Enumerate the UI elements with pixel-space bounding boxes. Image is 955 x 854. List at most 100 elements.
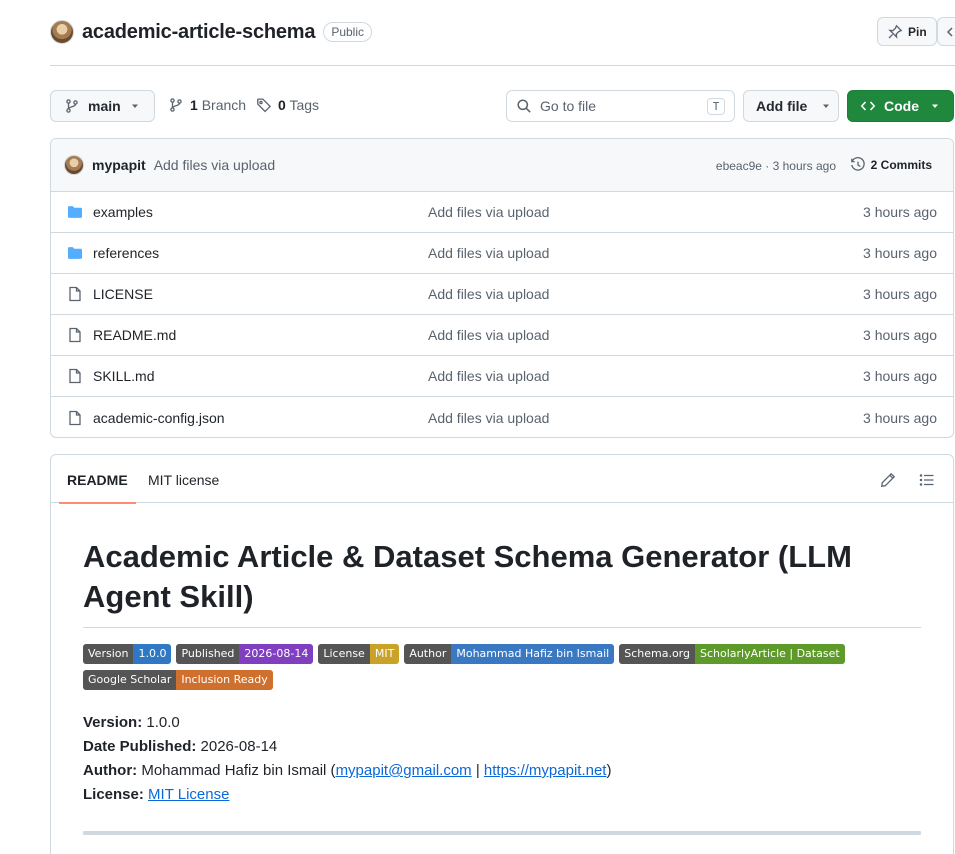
list-outline-icon[interactable] <box>919 472 935 488</box>
file-row-academic-config[interactable]: academic-config.json Add files via uploa… <box>51 397 953 437</box>
commit-message[interactable]: Add files via upload <box>154 157 275 173</box>
badge-label: Google Scholar <box>83 670 177 690</box>
file-icon <box>67 368 83 384</box>
shield-badge[interactable]: Published 2026-08-14 <box>176 644 314 664</box>
tab-mit-license[interactable]: MIT license <box>148 455 219 503</box>
add-file-button[interactable]: Add file <box>743 90 839 122</box>
go-to-file-input[interactable]: Go to file T <box>506 90 735 122</box>
badge-label: Published <box>176 644 240 664</box>
commit-author-avatar[interactable] <box>64 155 84 175</box>
file-row-license[interactable]: LICENSE Add files via upload 3 hours ago <box>51 274 953 315</box>
tag-icon <box>256 97 272 113</box>
code-label: Code <box>884 98 919 114</box>
file-row-readme[interactable]: README.md Add files via upload 3 hours a… <box>51 315 953 356</box>
pin-button[interactable]: Pin <box>877 17 937 46</box>
caret-down-icon <box>930 101 940 111</box>
tab-readme[interactable]: README <box>59 455 136 504</box>
tag-label: Tags <box>289 97 320 113</box>
header-divider <box>50 65 955 66</box>
badge-row: Version 1.0.0 Published 2026-08-14 License MI… <box>83 644 921 690</box>
shield-badge[interactable]: Schema.org ScholarlyArticle | Dataset <box>619 644 845 664</box>
branch-label: Branch <box>201 97 247 113</box>
license-link[interactable]: MIT License <box>148 786 229 803</box>
badge-value: MIT <box>369 644 400 664</box>
readme-panel: README MIT license Academic Article & Da… <box>50 454 954 854</box>
author-email-link[interactable]: mypapit@gmail.com <box>336 762 472 779</box>
file-listing: mypapit Add files via upload ebeac9e · 3… <box>50 138 954 438</box>
file-row-references[interactable]: references Add files via upload 3 hours … <box>51 233 953 274</box>
file-name[interactable]: LICENSE <box>93 286 153 302</box>
tag-count: 0 <box>278 97 286 113</box>
badge-label: Author <box>404 644 452 664</box>
commits-count-label: 2 Commits <box>870 158 932 172</box>
file-commit-message[interactable]: Add files via upload <box>428 410 549 426</box>
file-icon <box>67 327 83 343</box>
commit-hash-time[interactable]: ebeac9e · 3 hours ago <box>716 159 836 173</box>
badge-label: Version <box>83 644 134 664</box>
file-name[interactable]: examples <box>93 204 153 220</box>
readme-tabs: README MIT license <box>51 455 953 504</box>
file-commit-time: 3 hours ago <box>863 368 937 384</box>
license-line: License: MIT License <box>83 786 230 803</box>
file-icon <box>67 410 83 426</box>
horizontal-rule <box>83 831 921 835</box>
file-commit-time: 3 hours ago <box>863 204 937 220</box>
file-icon <box>67 286 83 302</box>
branch-icon <box>64 98 80 114</box>
branch-select[interactable]: main <box>50 90 155 122</box>
chevron-left-icon <box>944 26 955 38</box>
badge-label: License <box>318 644 370 664</box>
more-actions-button[interactable] <box>937 17 955 46</box>
readme-content: Academic Article & Dataset Schema Genera… <box>51 503 953 835</box>
branch-name: main <box>88 98 121 114</box>
version-line: Version: 1.0.0 <box>83 714 180 731</box>
shield-badge[interactable]: License MIT <box>318 644 400 664</box>
code-icon <box>860 98 876 114</box>
shield-badge[interactable]: Google Scholar Inclusion Ready <box>83 670 273 690</box>
repo-header: academic-article-schema Public <box>50 18 372 46</box>
readme-title: Academic Article & Dataset Schema Genera… <box>83 537 921 628</box>
badge-value: Mohammad Hafiz bin Ismail <box>451 644 615 664</box>
author-site-link[interactable]: https://mypapit.net <box>484 762 607 779</box>
file-commit-time: 3 hours ago <box>863 286 937 302</box>
file-name[interactable]: README.md <box>93 327 176 343</box>
file-name[interactable]: SKILL.md <box>93 368 154 384</box>
commits-history-link[interactable]: 2 Commits <box>850 157 932 173</box>
branches-link[interactable]: 1 Branch <box>168 97 246 113</box>
date-value: 2026-08-14 <box>200 738 278 755</box>
badge-label: Schema.org <box>619 644 695 664</box>
branch-count: 1 <box>190 97 198 113</box>
file-row-skill[interactable]: SKILL.md Add files via upload 3 hours ag… <box>51 356 953 397</box>
file-name[interactable]: academic-config.json <box>93 410 225 426</box>
file-commit-message[interactable]: Add files via upload <box>428 327 549 343</box>
file-commit-time: 3 hours ago <box>863 327 937 343</box>
tags-link[interactable]: 0 Tags <box>256 97 319 113</box>
file-commit-message[interactable]: Add files via upload <box>428 286 549 302</box>
owner-avatar[interactable] <box>50 20 74 44</box>
file-commit-message[interactable]: Add files via upload <box>428 204 549 220</box>
file-name[interactable]: references <box>93 245 159 261</box>
commit-author[interactable]: mypapit <box>92 157 146 173</box>
version-value: 1.0.0 <box>146 714 180 731</box>
pencil-icon[interactable] <box>880 472 896 488</box>
search-icon <box>516 98 532 114</box>
file-commit-time: 3 hours ago <box>863 409 937 426</box>
shield-badge[interactable]: Version 1.0.0 <box>83 644 172 664</box>
file-row-examples[interactable]: examples Add files via upload 3 hours ag… <box>51 192 953 233</box>
file-commit-message[interactable]: Add files via upload <box>428 245 549 261</box>
readme-meta: Version: 1.0.0 Date Published: 2026-08-1… <box>83 711 921 807</box>
caret-down-icon <box>821 101 831 111</box>
latest-commit-bar: mypapit Add files via upload ebeac9e · 3… <box>51 139 953 192</box>
author-line: Author: Mohammad Hafiz bin Ismail (mypap… <box>83 762 612 779</box>
badge-value: 1.0.0 <box>133 644 172 664</box>
shield-badge[interactable]: Author Mohammad Hafiz bin Ismail <box>404 644 615 664</box>
keyboard-shortcut-hint: T <box>707 98 725 115</box>
folder-icon <box>67 245 83 261</box>
pin-label: Pin <box>908 24 927 39</box>
file-commit-message[interactable]: Add files via upload <box>428 368 549 384</box>
file-commit-time: 3 hours ago <box>863 245 937 261</box>
badge-value: 2026-08-14 <box>239 644 314 664</box>
repo-name[interactable]: academic-article-schema <box>82 21 316 44</box>
code-button[interactable]: Code <box>847 90 954 122</box>
add-file-label: Add file <box>756 98 808 114</box>
